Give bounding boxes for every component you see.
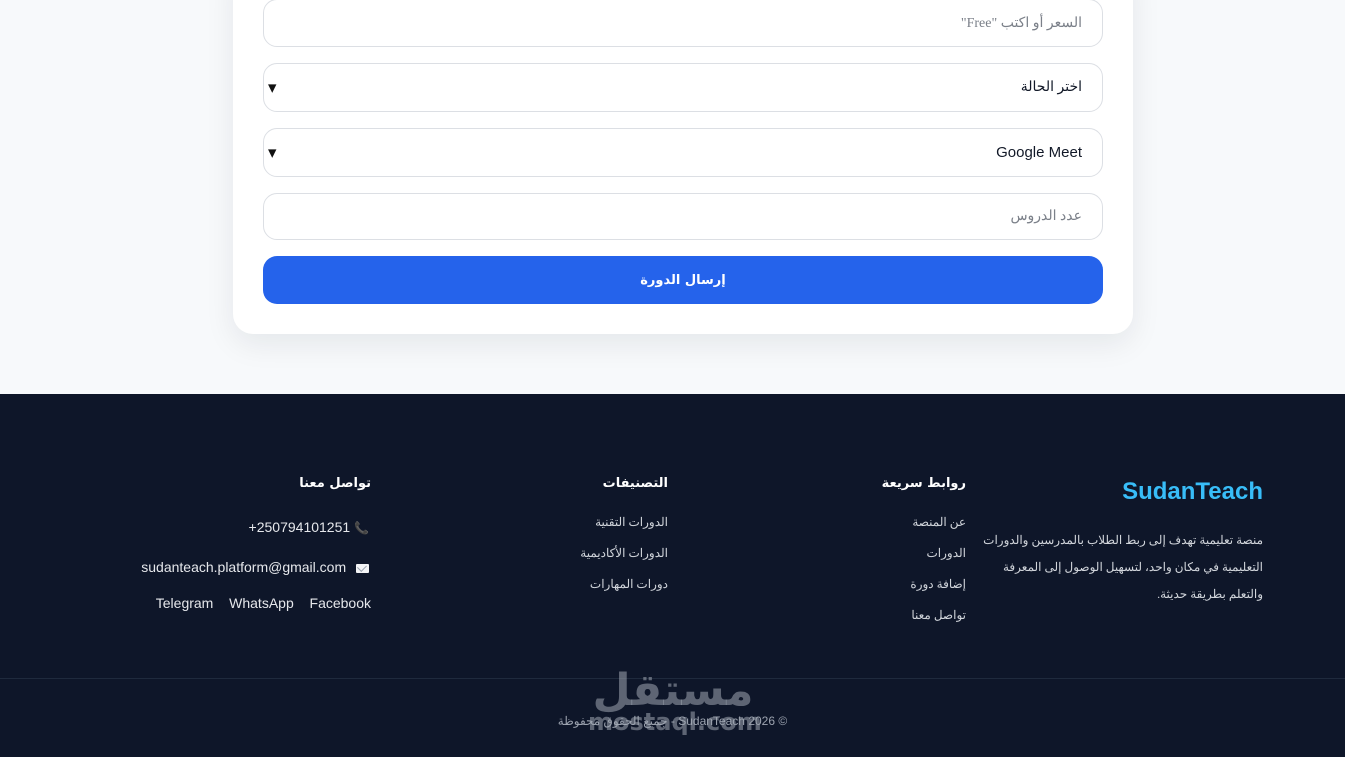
- social-link-whatsapp[interactable]: WhatsApp: [229, 595, 294, 611]
- site-footer: SudanTeach منصة تعليمية تهدف إلى ربط الط…: [0, 394, 1345, 757]
- footer-link-about[interactable]: عن المنصة: [912, 515, 966, 530]
- category-link-tech[interactable]: الدورات التقنية: [595, 515, 668, 530]
- email-address: sudanteach.platform@gmail.com: [141, 559, 347, 575]
- copyright-text: © 2026 SudanTeach - جميع الحقوق محفوظة: [557, 714, 788, 728]
- platform-select[interactable]: Google Meet ▼: [263, 128, 1103, 177]
- social-links: Telegram WhatsApp Facebook: [156, 595, 371, 611]
- category-link-skills[interactable]: دورات المهارات: [590, 577, 668, 592]
- footer-link-add-course[interactable]: إضافة دورة: [910, 577, 966, 592]
- lessons-count-input[interactable]: عدد الدروس: [263, 193, 1103, 240]
- status-select[interactable]: اختر الحالة ▼: [263, 63, 1103, 112]
- footer-brand[interactable]: SudanTeach: [1122, 478, 1263, 506]
- platform-select-value: Google Meet: [996, 144, 1082, 161]
- phone-icon: 📞: [354, 521, 369, 535]
- quick-links-title: روابط سريعة: [881, 476, 966, 491]
- social-link-facebook[interactable]: Facebook: [310, 595, 371, 611]
- footer-link-contact[interactable]: تواصل معنا: [911, 608, 966, 623]
- categories-title: التصنيفات: [602, 476, 668, 491]
- price-placeholder: السعر أو اكتب "Free": [960, 15, 1082, 31]
- contact-title: تواصل معنا: [299, 476, 371, 491]
- chevron-down-icon: ▼: [268, 146, 277, 159]
- contact-email[interactable]: sudanteach.platform@gmail.com: [141, 559, 369, 575]
- footer-link-courses[interactable]: الدورات: [926, 546, 966, 561]
- phone-number: +250794101251: [248, 519, 351, 535]
- chevron-down-icon: ▼: [268, 81, 277, 94]
- category-link-academic[interactable]: الدورات الأكاديمية: [580, 546, 668, 561]
- price-input[interactable]: السعر أو اكتب "Free": [263, 0, 1103, 47]
- footer-divider: [0, 678, 1345, 679]
- status-select-value: اختر الحالة: [1020, 80, 1082, 95]
- contact-phone[interactable]: +250794101251 📞: [249, 519, 369, 535]
- submit-course-button[interactable]: إرسال الدورة: [263, 256, 1103, 304]
- mail-icon: [356, 563, 369, 573]
- footer-about-text: منصة تعليمية تهدف إلى ربط الطلاب بالمدرس…: [983, 533, 1263, 601]
- lessons-placeholder: عدد الدروس: [1010, 209, 1082, 224]
- social-link-telegram[interactable]: Telegram: [156, 595, 214, 611]
